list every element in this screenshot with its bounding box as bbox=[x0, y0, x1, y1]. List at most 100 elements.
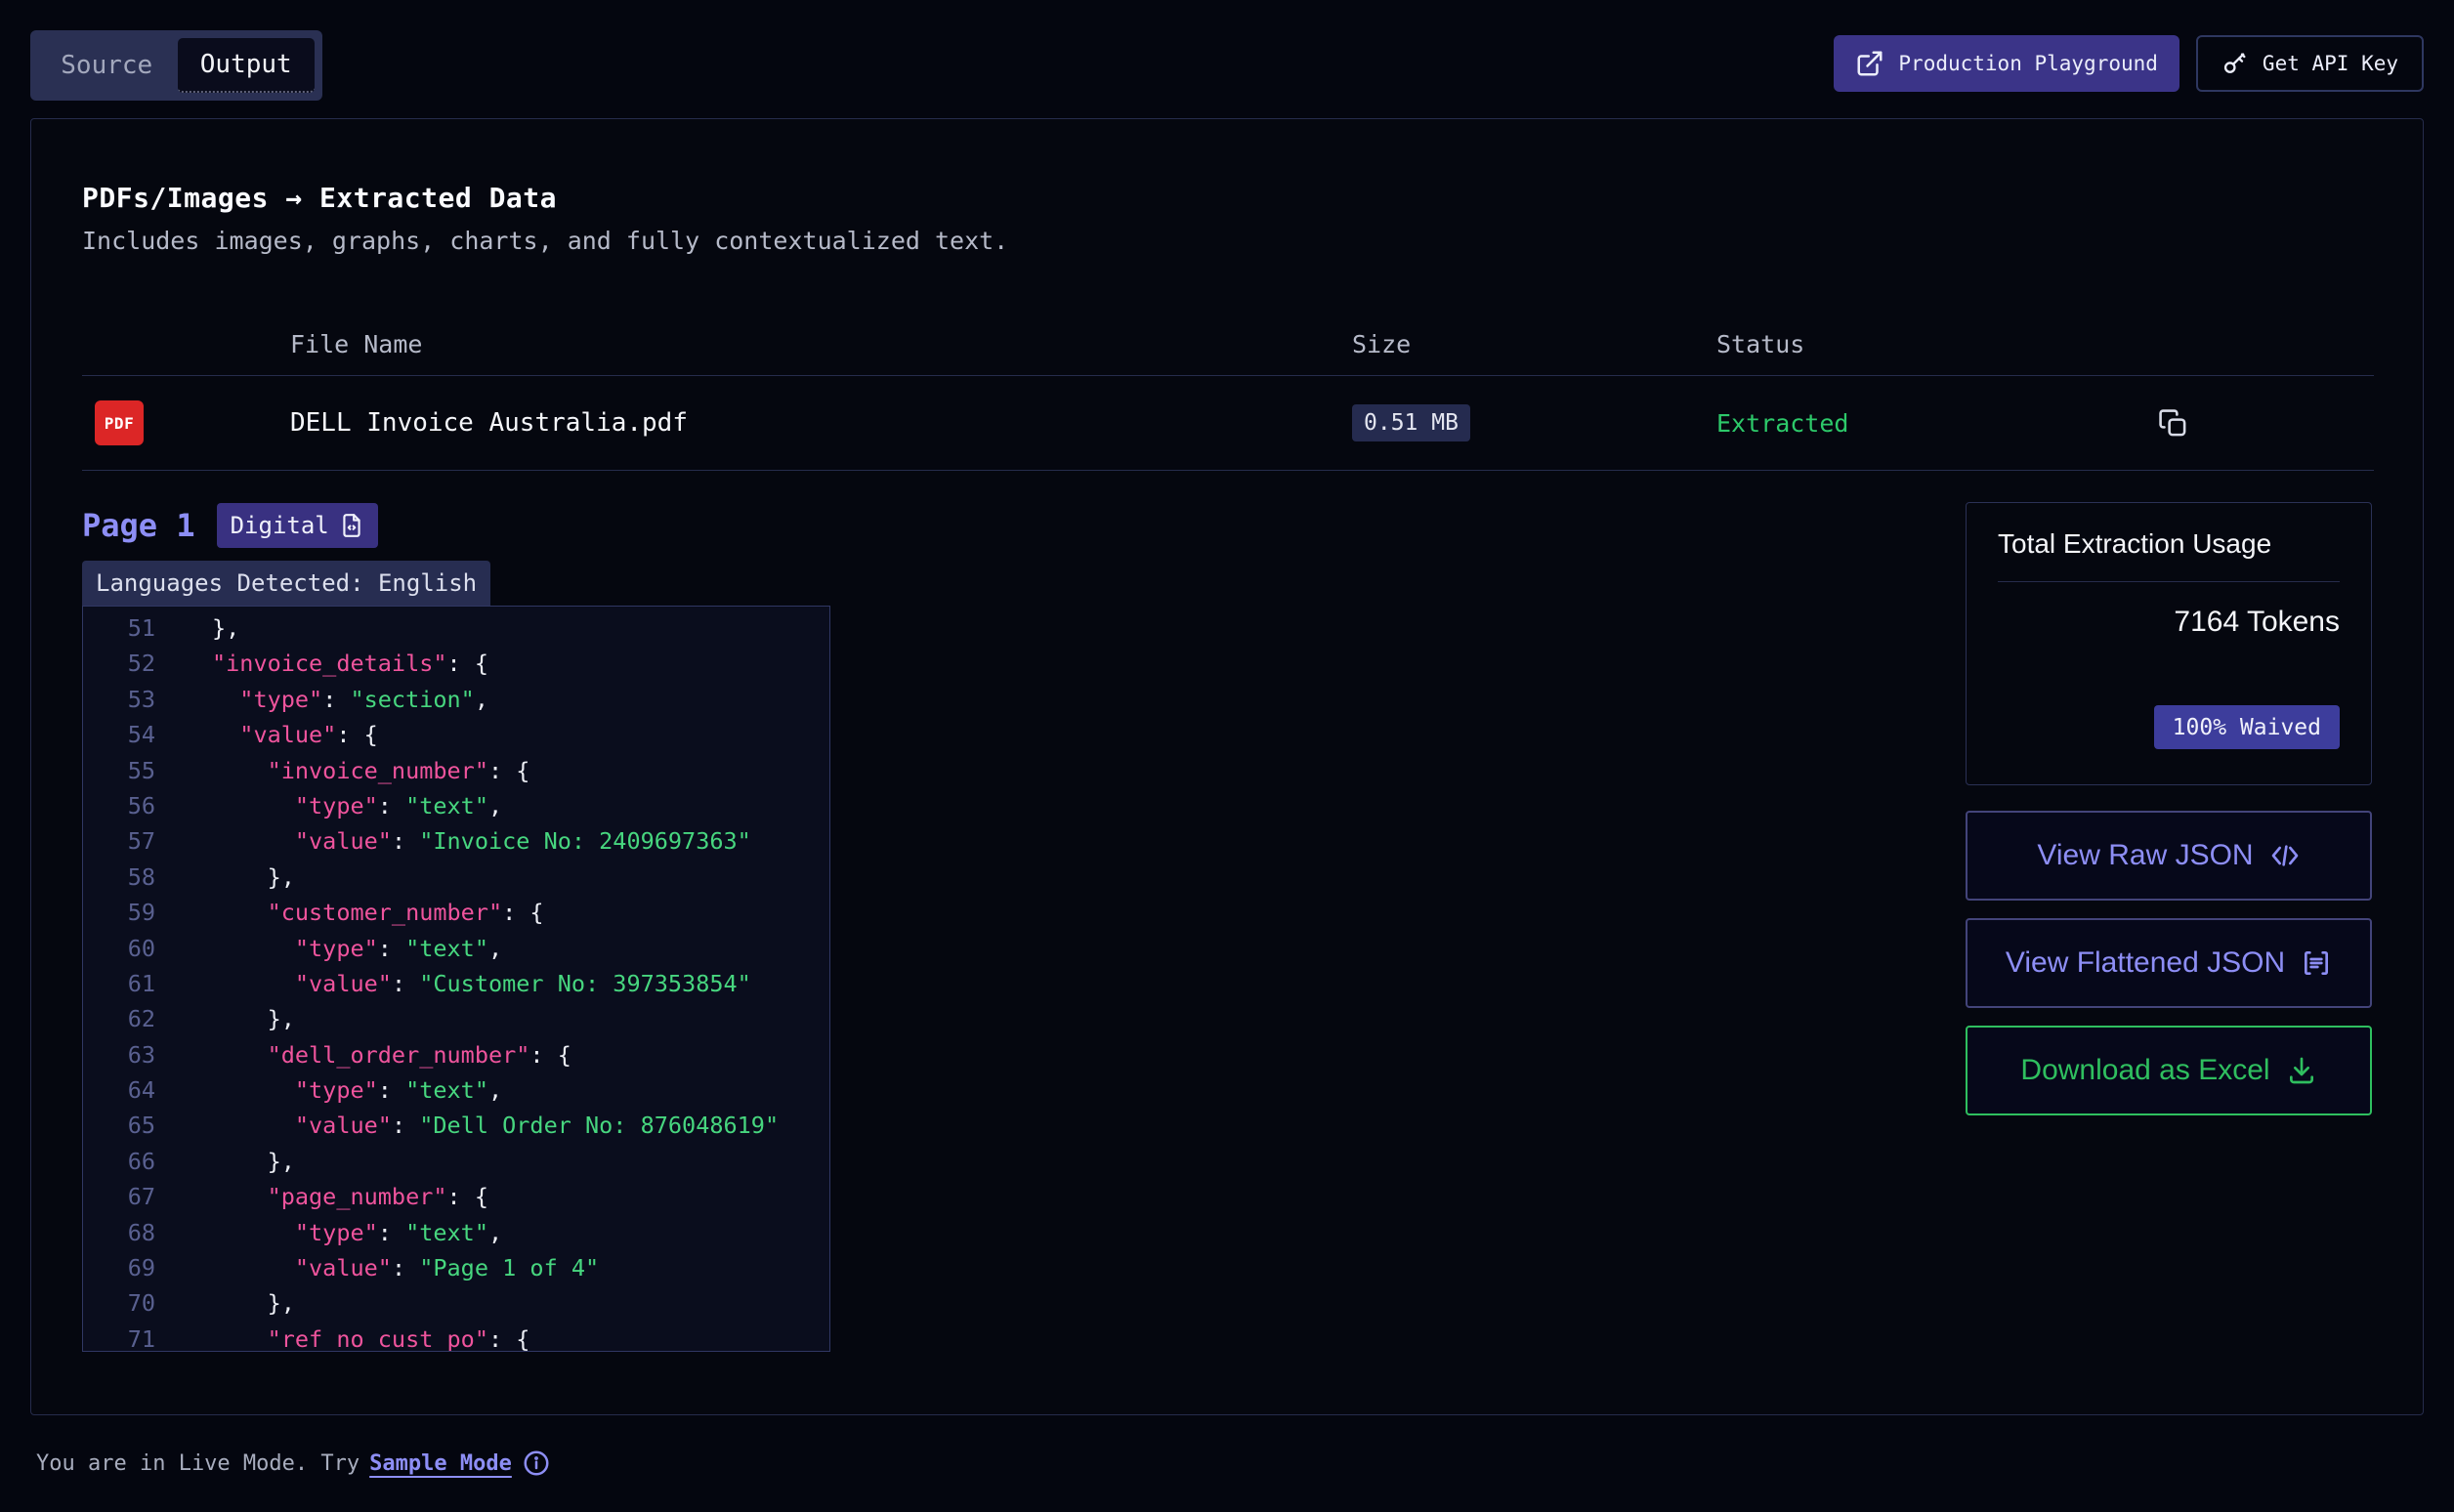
production-playground-label: Production Playground bbox=[1898, 52, 2158, 75]
code-text: "customer_number": { bbox=[212, 895, 544, 930]
code-text: "value": "Invoice No: 2409697363" bbox=[212, 823, 751, 859]
line-number: 68 bbox=[83, 1215, 155, 1250]
code-lines: 51},52"invoice_details": {53"type": "sec… bbox=[83, 610, 829, 1352]
get-api-key-button[interactable]: Get API Key bbox=[2196, 35, 2424, 92]
tab-source[interactable]: Source bbox=[38, 38, 176, 93]
usage-divider bbox=[1998, 581, 2340, 582]
col-size: Size bbox=[1352, 330, 1716, 358]
external-link-icon bbox=[1855, 49, 1884, 78]
line-number: 70 bbox=[83, 1285, 155, 1321]
usage-title: Total Extraction Usage bbox=[1998, 528, 2340, 560]
line-number: 65 bbox=[83, 1108, 155, 1143]
code-text: "page_number": { bbox=[212, 1179, 488, 1214]
code-line: 56"type": "text", bbox=[83, 788, 829, 823]
flatten-icon bbox=[2301, 947, 2332, 979]
table-row[interactable]: PDF DELL Invoice Australia.pdf 0.51 MB E… bbox=[82, 375, 2374, 471]
code-text: "value": "Customer No: 397353854" bbox=[212, 966, 751, 1001]
line-number: 56 bbox=[83, 788, 155, 823]
file-name-cell: DELL Invoice Australia.pdf bbox=[290, 408, 1352, 438]
code-text: }, bbox=[212, 1001, 295, 1036]
digital-badge-label: Digital bbox=[231, 512, 329, 539]
line-number: 66 bbox=[83, 1144, 155, 1179]
code-line: 53 "type": "section", bbox=[83, 682, 829, 717]
tab-output[interactable]: Output bbox=[178, 38, 316, 93]
code-line: 63"dell_order_number": { bbox=[83, 1037, 829, 1072]
code-icon bbox=[2269, 840, 2301, 871]
code-line: 64"type": "text", bbox=[83, 1072, 829, 1108]
code-line: 51}, bbox=[83, 610, 829, 646]
line-number: 60 bbox=[83, 931, 155, 966]
view-flattened-json-label: View Flattened JSON bbox=[2006, 946, 2285, 980]
line-number: 51 bbox=[83, 610, 155, 646]
col-file-name: File Name bbox=[290, 330, 1352, 358]
page-subtitle: Includes images, graphs, charts, and ful… bbox=[82, 225, 2372, 258]
get-api-key-label: Get API Key bbox=[2263, 52, 2398, 75]
mode-status-text: You are in Live Mode. Try bbox=[36, 1451, 360, 1476]
line-number: 62 bbox=[83, 1001, 155, 1036]
code-line: 66}, bbox=[83, 1144, 829, 1179]
file-size-badge: 0.51 MB bbox=[1352, 404, 1470, 441]
code-text: }, bbox=[212, 610, 239, 646]
code-line: 65 "value": "Dell Order No: 876048619" bbox=[83, 1108, 829, 1143]
code-line: 62}, bbox=[83, 1001, 829, 1036]
line-number: 52 bbox=[83, 646, 155, 681]
page-header-row: Page 1 Digital bbox=[82, 502, 830, 549]
line-number: 71 bbox=[83, 1322, 155, 1352]
key-icon bbox=[2221, 50, 2249, 77]
line-number: 59 bbox=[83, 895, 155, 930]
content-area: Page 1 Digital Languages Detected: Engli… bbox=[82, 502, 2372, 1352]
file-status-cell: Extracted bbox=[1716, 409, 2156, 438]
mode-status-bar: You are in Live Mode. Try Sample Mode bbox=[36, 1449, 551, 1478]
view-flattened-json-button[interactable]: View Flattened JSON bbox=[1966, 918, 2372, 1008]
waived-row: 100% Waived bbox=[1998, 705, 2340, 749]
languages-detected-badge: Languages Detected: English bbox=[82, 561, 490, 606]
top-actions: Production Playground Get API Key bbox=[1834, 35, 2424, 92]
output-panel: PDFs/Images → Extracted Data Includes im… bbox=[30, 118, 2424, 1415]
code-text: "value": "Dell Order No: 876048619" bbox=[212, 1108, 779, 1143]
code-line: 68"type": "text", bbox=[83, 1215, 829, 1250]
code-line: 60 "type": "text", bbox=[83, 931, 829, 966]
code-text: "dell_order_number": { bbox=[212, 1037, 571, 1072]
line-number: 57 bbox=[83, 823, 155, 859]
code-text: }, bbox=[212, 1144, 295, 1179]
view-raw-json-button[interactable]: View Raw JSON bbox=[1966, 811, 2372, 901]
line-number: 58 bbox=[83, 860, 155, 895]
code-line: 69 "value": "Page 1 of 4" bbox=[83, 1250, 829, 1285]
file-table: File Name Size Status PDF DELL Invoice A… bbox=[82, 313, 2374, 471]
code-line: 54 "value": { bbox=[83, 717, 829, 752]
usage-panel: Total Extraction Usage 7164 Tokens 100% … bbox=[1966, 502, 2372, 785]
copy-button[interactable] bbox=[2156, 406, 2189, 440]
line-number: 54 bbox=[83, 717, 155, 752]
code-line: 58}, bbox=[83, 860, 829, 895]
page-result-column: Page 1 Digital Languages Detected: Engli… bbox=[82, 502, 830, 1352]
code-text: "type": "section", bbox=[212, 682, 488, 717]
code-text: }, bbox=[212, 860, 295, 895]
download-excel-button[interactable]: Download as Excel bbox=[1966, 1026, 2372, 1115]
code-text: "type": "text", bbox=[212, 931, 502, 966]
code-text: "value": { bbox=[212, 717, 378, 752]
file-type-cell: PDF bbox=[82, 400, 290, 445]
code-line: 70}, bbox=[83, 1285, 829, 1321]
code-text: }, bbox=[212, 1285, 295, 1321]
top-bar: Source Output Production Playground Get … bbox=[0, 0, 2454, 117]
code-line: 52 "invoice_details": { bbox=[83, 646, 829, 681]
line-number: 53 bbox=[83, 682, 155, 717]
code-line: 61"value": "Customer No: 397353854" bbox=[83, 966, 829, 1001]
info-icon[interactable] bbox=[522, 1449, 551, 1478]
line-number: 67 bbox=[83, 1179, 155, 1214]
file-table-header: File Name Size Status bbox=[82, 313, 2374, 375]
production-playground-button[interactable]: Production Playground bbox=[1834, 35, 2179, 92]
page-title: PDFs/Images → Extracted Data bbox=[82, 178, 2372, 219]
code-line: 59 "customer_number": { bbox=[83, 895, 829, 930]
page-number-label: Page 1 bbox=[82, 507, 195, 544]
source-output-tab-switch: Source Output bbox=[30, 30, 322, 101]
col-status: Status bbox=[1716, 330, 2156, 358]
code-line: 55"invoice_number": { bbox=[83, 753, 829, 788]
line-number: 69 bbox=[83, 1250, 155, 1285]
code-text: "value": "Page 1 of 4" bbox=[212, 1250, 599, 1285]
waived-badge: 100% Waived bbox=[2154, 705, 2340, 749]
line-number: 64 bbox=[83, 1072, 155, 1108]
sample-mode-link[interactable]: Sample Mode bbox=[369, 1451, 512, 1476]
code-text: "invoice_details": { bbox=[212, 646, 488, 681]
code-text: "ref_no_cust_po": { bbox=[212, 1322, 529, 1352]
